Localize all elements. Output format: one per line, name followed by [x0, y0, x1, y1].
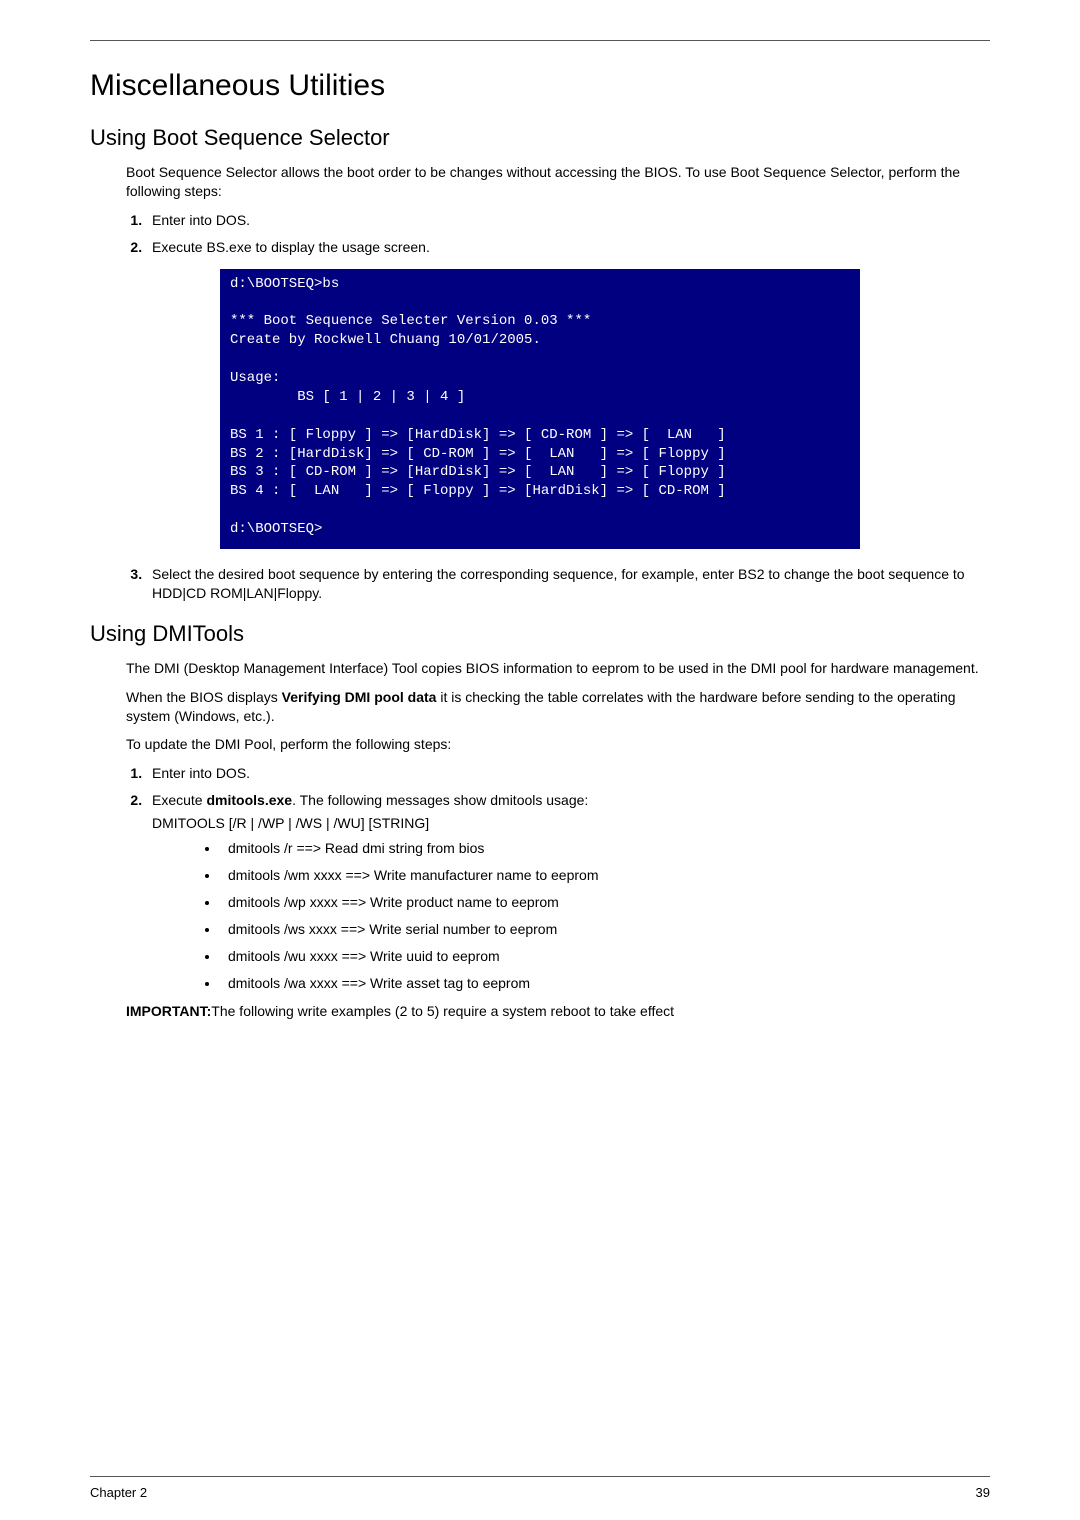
- dmi-bullets: dmitools /r ==> Read dmi string from bio…: [200, 839, 990, 992]
- dmi-para2: When the BIOS displays Verifying DMI poo…: [126, 688, 990, 726]
- boot-step-1: Enter into DOS.: [146, 211, 990, 230]
- terminal-wrap: d:\BOOTSEQ>bs *** Boot Sequence Selecter…: [90, 269, 990, 549]
- dmi-para2-bold: Verifying DMI pool data: [282, 689, 437, 705]
- dmi-bullet-3: dmitools /wp xxxx ==> Write product name…: [220, 893, 990, 912]
- dmi-bullet-2: dmitools /wm xxxx ==> Write manufacturer…: [220, 866, 990, 885]
- dmi-bullet-1: dmitools /r ==> Read dmi string from bio…: [220, 839, 990, 858]
- section-boot-heading: Using Boot Sequence Selector: [90, 125, 990, 151]
- important-label: IMPORTANT:: [126, 1003, 211, 1019]
- page-footer: Chapter 2 39: [90, 1476, 990, 1500]
- boot-intro: Boot Sequence Selector allows the boot o…: [126, 163, 990, 201]
- footer-left: Chapter 2: [90, 1485, 147, 1500]
- dmi-step2-pre: Execute: [152, 792, 206, 808]
- dmi-bullet-6: dmitools /wa xxxx ==> Write asset tag to…: [220, 974, 990, 993]
- boot-steps: Enter into DOS. Execute BS.exe to displa…: [126, 211, 990, 257]
- dmi-bullet-5: dmitools /wu xxxx ==> Write uuid to eepr…: [220, 947, 990, 966]
- important-text: The following write examples (2 to 5) re…: [211, 1003, 674, 1019]
- section-dmi-heading: Using DMITools: [90, 621, 990, 647]
- boot-step-2: Execute BS.exe to display the usage scre…: [146, 238, 990, 257]
- terminal-output: d:\BOOTSEQ>bs *** Boot Sequence Selecter…: [220, 269, 860, 549]
- dmi-step2-bold: dmitools.exe: [206, 792, 292, 808]
- dmi-steps: Enter into DOS. Execute dmitools.exe. Th…: [126, 764, 990, 992]
- dmi-para2-pre: When the BIOS displays: [126, 689, 282, 705]
- boot-step-3: Select the desired boot sequence by ente…: [146, 565, 990, 603]
- dmi-step-2: Execute dmitools.exe. The following mess…: [146, 791, 990, 992]
- dmi-step2-post: . The following messages show dmitools u…: [292, 792, 588, 808]
- dmi-para3: To update the DMI Pool, perform the foll…: [126, 735, 990, 754]
- dmi-para1: The DMI (Desktop Management Interface) T…: [126, 659, 990, 678]
- footer-right: 39: [976, 1485, 990, 1500]
- dmi-step2-line2: DMITOOLS [/R | /WP | /WS | /WU] [STRING]: [152, 814, 990, 833]
- top-rule: [90, 40, 990, 41]
- dmi-bullet-4: dmitools /ws xxxx ==> Write serial numbe…: [220, 920, 990, 939]
- page-title: Miscellaneous Utilities: [90, 69, 990, 103]
- dmi-step-1: Enter into DOS.: [146, 764, 990, 783]
- important-note: IMPORTANT:The following write examples (…: [126, 1002, 990, 1021]
- boot-steps-cont: Select the desired boot sequence by ente…: [126, 565, 990, 603]
